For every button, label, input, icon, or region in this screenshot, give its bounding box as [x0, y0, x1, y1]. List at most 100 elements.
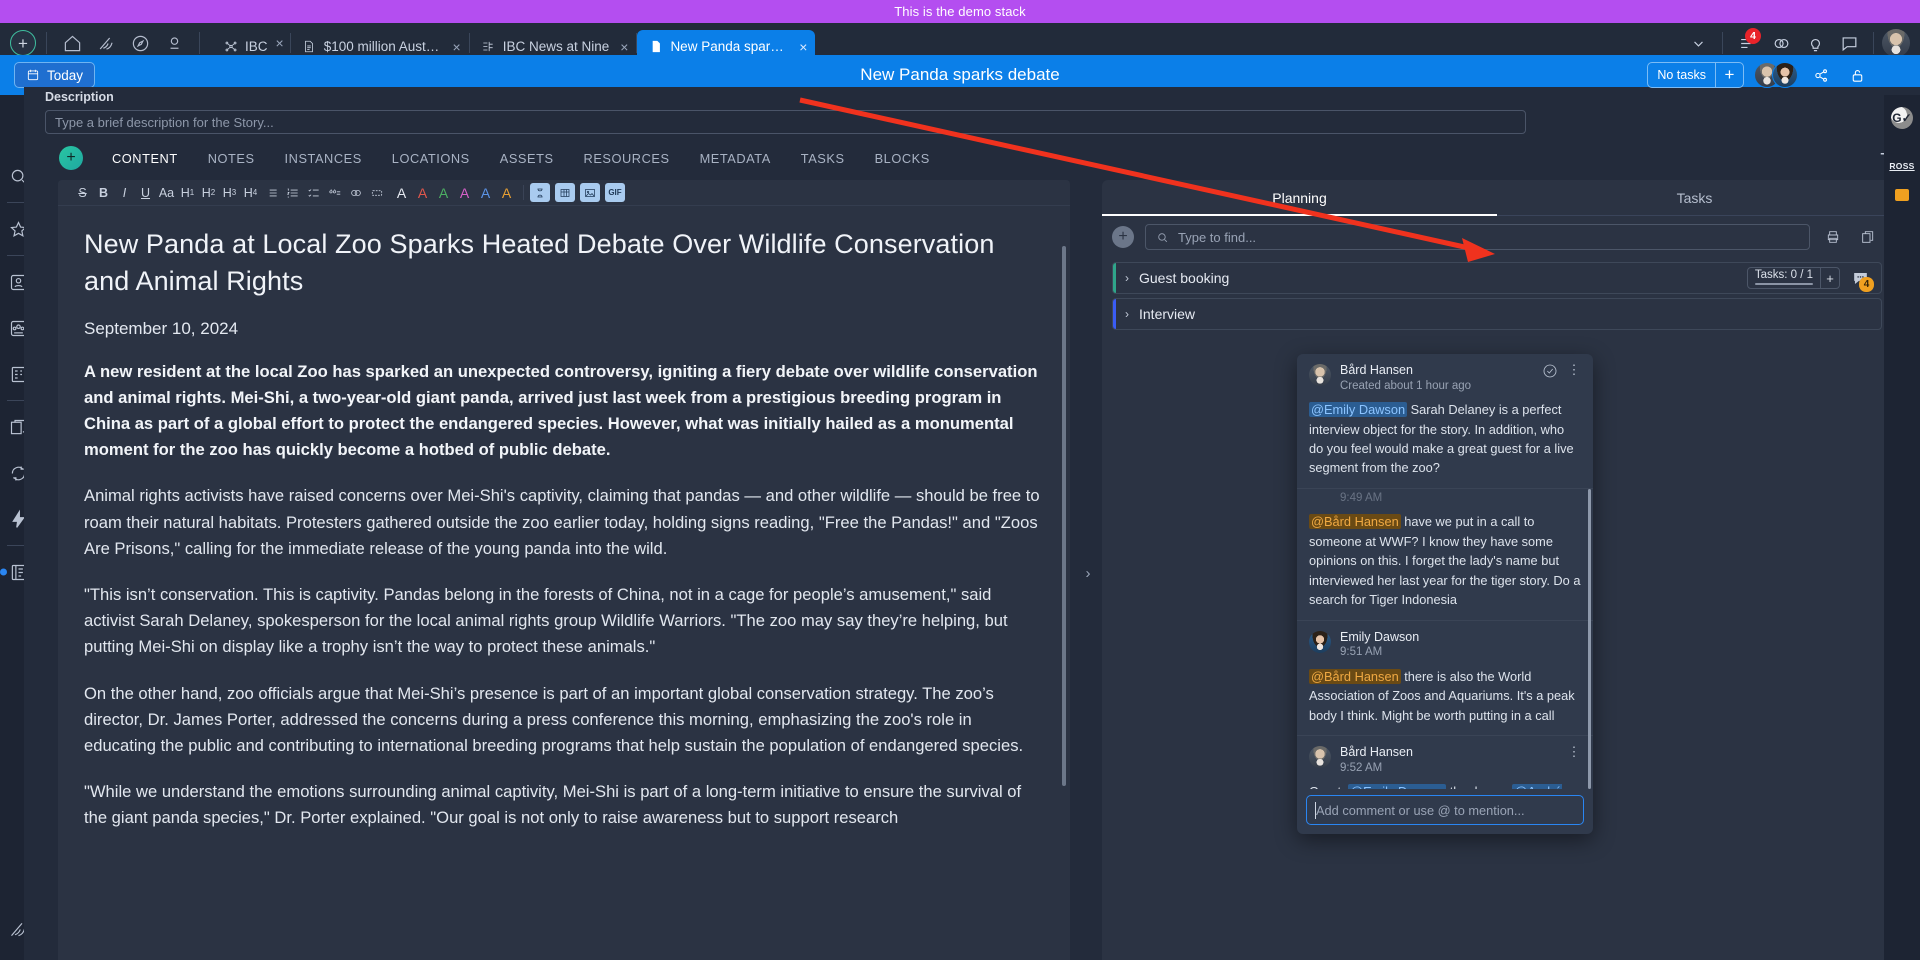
- close-icon[interactable]: ×: [449, 39, 461, 55]
- planning-group-interview[interactable]: › Interview: [1112, 298, 1882, 330]
- tab-content[interactable]: CONTENT: [97, 151, 193, 166]
- compass-icon[interactable]: [125, 28, 155, 58]
- text-color-orange[interactable]: A: [496, 182, 517, 204]
- tab-metadata[interactable]: METADATA: [685, 151, 786, 166]
- story-body[interactable]: New Panda at Local Zoo Sparks Heated Deb…: [58, 206, 1070, 960]
- assignee-avatars[interactable]: [1754, 62, 1798, 88]
- group-comments-button[interactable]: 4: [1847, 267, 1874, 292]
- divider: [1873, 32, 1874, 54]
- comment-timestamp: Created about 1 hour ago: [1340, 379, 1472, 392]
- unlocked-icon[interactable]: [1844, 62, 1870, 88]
- planning-search-input[interactable]: Type to find...: [1145, 224, 1810, 250]
- network-icon: [223, 39, 238, 55]
- page-title: New Panda sparks debate: [860, 65, 1060, 84]
- comment-body: @Bård Hansen have we put in a call to so…: [1309, 512, 1581, 609]
- quote-button[interactable]: [324, 182, 345, 204]
- close-icon[interactable]: ×: [616, 39, 628, 55]
- panel-resize-handle[interactable]: ›: [1081, 562, 1095, 584]
- mention-chip[interactable]: @Bård Hansen: [1309, 668, 1401, 684]
- browser-tab-label: IBC: [245, 39, 268, 54]
- today-button[interactable]: Today: [14, 62, 96, 88]
- bullet-list-button[interactable]: [261, 182, 282, 204]
- comments-scrollbar[interactable]: [1588, 489, 1591, 789]
- tab-blocks[interactable]: BLOCKS: [860, 151, 945, 166]
- close-icon[interactable]: ×: [795, 39, 807, 55]
- bold-button[interactable]: B: [93, 182, 114, 204]
- comment-more-button[interactable]: ⋮: [1567, 363, 1581, 377]
- add-content-tab-button[interactable]: +: [59, 146, 83, 170]
- page-break-button[interactable]: [366, 182, 387, 204]
- app-root: This is the demo stack + IBC × $100 mill…: [0, 0, 1920, 960]
- numbered-list-button[interactable]: [282, 182, 303, 204]
- add-tab-icon[interactable]: +: [10, 30, 36, 56]
- italic-button[interactable]: I: [114, 182, 135, 204]
- insert-timing-button[interactable]: [530, 183, 550, 202]
- browser-tab-label: IBC News at Nine: [502, 39, 610, 54]
- text-color-magenta[interactable]: A: [454, 182, 475, 204]
- heading-1-button[interactable]: H1: [177, 182, 198, 204]
- tab-locations[interactable]: LOCATIONS: [377, 151, 485, 166]
- mention-chip[interactable]: @Bård Hansen: [1309, 514, 1401, 530]
- tab-planning[interactable]: Planning: [1102, 180, 1497, 216]
- chevron-right-icon[interactable]: ›: [1125, 271, 1129, 285]
- heading-2-button[interactable]: H2: [198, 182, 219, 204]
- planning-group-guest-booking[interactable]: › Guest booking Tasks: 0 / 1 + 4: [1112, 262, 1882, 294]
- print-icon[interactable]: [1821, 225, 1845, 249]
- tab-instances[interactable]: INSTANCES: [270, 151, 377, 166]
- duplicate-icon[interactable]: [1856, 225, 1880, 249]
- font-case-button[interactable]: Aa: [156, 182, 177, 204]
- mention-chip[interactable]: @Emily Dawson: [1348, 784, 1447, 789]
- location-pin-icon[interactable]: [159, 28, 189, 58]
- header-right-controls: No tasks +: [1647, 62, 1906, 88]
- divider: [199, 32, 200, 54]
- comment-input[interactable]: Add comment or use @ to mention...: [1306, 795, 1584, 825]
- add-planning-item-button[interactable]: +: [1112, 226, 1134, 248]
- comment-body: @Emily Dawson Sarah Delaney is a perfect…: [1309, 400, 1581, 478]
- gv-logo-icon[interactable]: G✓: [1891, 107, 1913, 129]
- insert-image-button[interactable]: [580, 183, 600, 202]
- planning-search-placeholder: Type to find...: [1178, 229, 1257, 245]
- heading-3-button[interactable]: H3: [219, 182, 240, 204]
- strikethrough-button[interactable]: S: [72, 182, 93, 204]
- tab-assets[interactable]: ASSETS: [485, 151, 569, 166]
- underline-button[interactable]: U: [135, 182, 156, 204]
- add-group-task-button[interactable]: +: [1820, 268, 1839, 288]
- today-label: Today: [47, 67, 84, 83]
- chevron-right-icon[interactable]: ›: [1125, 307, 1129, 321]
- text-color-red[interactable]: A: [412, 182, 433, 204]
- mention-chip[interactable]: @Emily Dawson: [1309, 402, 1408, 418]
- story-date: September 10, 2024: [84, 318, 239, 338]
- insert-gif-button[interactable]: GIF: [605, 183, 625, 202]
- comment-body: Great, @Emily Dawson thank you. @André T…: [1309, 782, 1581, 789]
- avatar[interactable]: [1772, 62, 1798, 88]
- heading-4-button[interactable]: H4: [240, 182, 261, 204]
- tab-notes[interactable]: NOTES: [193, 151, 270, 166]
- comments-list[interactable]: Bård Hansen Created about 1 hour ago ⋮ @…: [1297, 354, 1593, 789]
- tab-tasks-panel[interactable]: Tasks: [1497, 180, 1892, 215]
- tab-resources[interactable]: RESOURCES: [569, 151, 685, 166]
- share-network-icon[interactable]: [1808, 62, 1834, 88]
- workspace: Description + CONTENT NOTES INSTANCES LO…: [24, 87, 1920, 960]
- avatar[interactable]: [1882, 29, 1910, 57]
- comment-header: Bård Hansen 9:52 AM ⋮: [1309, 745, 1581, 776]
- insert-table-button[interactable]: [555, 183, 575, 202]
- checklist-button[interactable]: [303, 182, 324, 204]
- text-color-default[interactable]: A: [391, 182, 412, 204]
- editor-scrollbar[interactable]: [1062, 246, 1066, 786]
- group-controls: Tasks: 0 / 1 + 4: [1746, 267, 1881, 292]
- close-icon[interactable]: ×: [276, 35, 284, 51]
- comment-author: Emily Dawson: [1340, 629, 1420, 644]
- description-input[interactable]: [45, 110, 1526, 134]
- story-editor: S B I U Aa H1 H2 H3 H4 A A A A A A GIF N…: [58, 180, 1070, 960]
- resolve-comment-button[interactable]: [1542, 363, 1558, 379]
- tab-tasks[interactable]: TASKS: [786, 151, 860, 166]
- more-vertical-icon[interactable]: [1880, 62, 1906, 88]
- link-button[interactable]: [345, 182, 366, 204]
- add-task-button[interactable]: +: [1715, 63, 1743, 87]
- comment-more-button[interactable]: ⋮: [1567, 745, 1581, 759]
- home-icon[interactable]: [57, 28, 87, 58]
- text-color-blue[interactable]: A: [475, 182, 496, 204]
- divider: [46, 32, 47, 54]
- activity-icon[interactable]: [91, 28, 121, 58]
- text-color-green[interactable]: A: [433, 182, 454, 204]
